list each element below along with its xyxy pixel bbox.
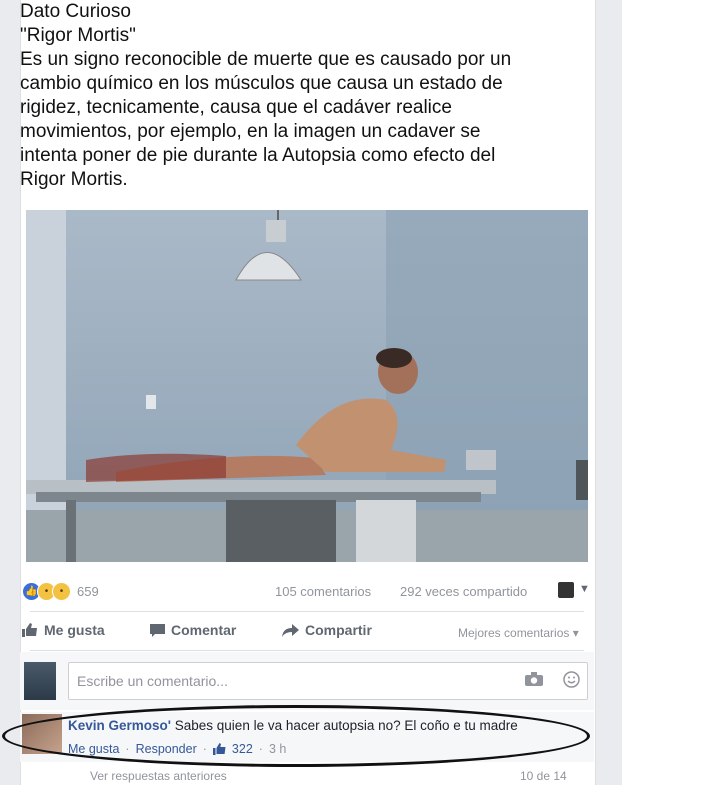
comment-text: Sabes quien le va hacer autopsia no? El …: [174, 718, 518, 733]
comment-composer: Escribe un comentario...: [20, 652, 594, 710]
share-arrow-icon: [282, 623, 299, 637]
post-photo[interactable]: [26, 210, 588, 562]
post-text-line: cambio químico en los músculos que causa…: [20, 73, 503, 94]
chevron-down-icon[interactable]: ▼: [579, 583, 590, 595]
post-text-line: "Rigor Mortis": [20, 25, 136, 46]
separator: ·: [202, 742, 207, 756]
share-button[interactable]: Compartir: [282, 622, 372, 638]
smile-icon[interactable]: [563, 671, 580, 688]
post-actions: Me gusta Comentar Compartir Mejores come…: [20, 622, 594, 646]
separator: ·: [125, 742, 130, 756]
reactions-count: 659: [77, 584, 99, 599]
thumbs-up-icon: [22, 623, 37, 637]
comment-body: Kevin Germoso' Sabes quien le va hacer a…: [68, 718, 518, 733]
post-text: Dato Curioso "Rigor Mortis" Es un signo …: [20, 0, 570, 192]
post-text-line: Rigor Mortis.: [20, 169, 128, 190]
comment-reply-link[interactable]: Responder: [136, 742, 197, 756]
comment-like-link[interactable]: Me gusta: [68, 742, 119, 756]
page-avatar-icon[interactable]: [558, 582, 574, 598]
share-label: Compartir: [305, 622, 372, 638]
sort-comments-dropdown[interactable]: Mejores comentarios ▾: [458, 626, 579, 640]
separator: ·: [258, 742, 263, 756]
divider: [30, 650, 584, 651]
comment-input-placeholder: Escribe un comentario...: [77, 673, 228, 689]
view-previous-replies-link[interactable]: Ver respuestas anteriores: [90, 769, 227, 783]
comment-input[interactable]: Escribe un comentario...: [68, 662, 588, 700]
post-text-line: Dato Curioso: [20, 1, 131, 22]
view-previous-replies: Ver respuestas anteriores 10 de 14: [60, 768, 590, 785]
divider: [30, 611, 584, 612]
page-gutter: [622, 0, 717, 785]
comment-likes-count[interactable]: 322: [232, 742, 253, 756]
replies-count: 10 de 14: [520, 769, 567, 783]
post-text-line: rigidez, tecnicamente, causa que el cadá…: [20, 97, 452, 118]
chevron-down-icon: ▾: [572, 626, 579, 640]
comment-item: Kevin Germoso' Sabes quien le va hacer a…: [20, 712, 594, 762]
post-text-line: Es un signo reconocible de muerte que es…: [20, 49, 512, 70]
comment-time[interactable]: 3 h: [269, 742, 286, 756]
like-button[interactable]: Me gusta: [22, 622, 105, 638]
comment-button[interactable]: Comentar: [150, 622, 236, 638]
sort-label: Mejores comentarios: [458, 626, 570, 640]
camera-icon[interactable]: [525, 672, 543, 686]
haha-icon: •: [52, 582, 71, 601]
avatar[interactable]: [22, 714, 62, 754]
post-text-line: intenta poner de pie durante la Autopsia…: [20, 145, 496, 166]
thumbs-up-icon: [212, 743, 226, 755]
comment-meta: Me gusta · Responder · 322 · 3 h: [68, 742, 286, 756]
autopsy-room-image: [26, 210, 588, 562]
post-text-line: movimientos, por ejemplo, en la imagen u…: [20, 121, 481, 142]
comment-label: Comentar: [171, 622, 237, 638]
comments-count-link[interactable]: 105 comentarios: [275, 584, 371, 599]
shares-count-link[interactable]: 292 veces compartido: [400, 584, 527, 599]
post-stats: 👍 • • 659 105 comentarios 292 veces comp…: [20, 580, 594, 606]
reactions-summary[interactable]: 👍 • • 659: [22, 582, 99, 601]
avatar[interactable]: [24, 662, 56, 700]
speech-bubble-icon: [150, 623, 165, 637]
like-label: Me gusta: [44, 622, 105, 638]
comment-author-link[interactable]: Kevin Germoso': [68, 718, 171, 733]
